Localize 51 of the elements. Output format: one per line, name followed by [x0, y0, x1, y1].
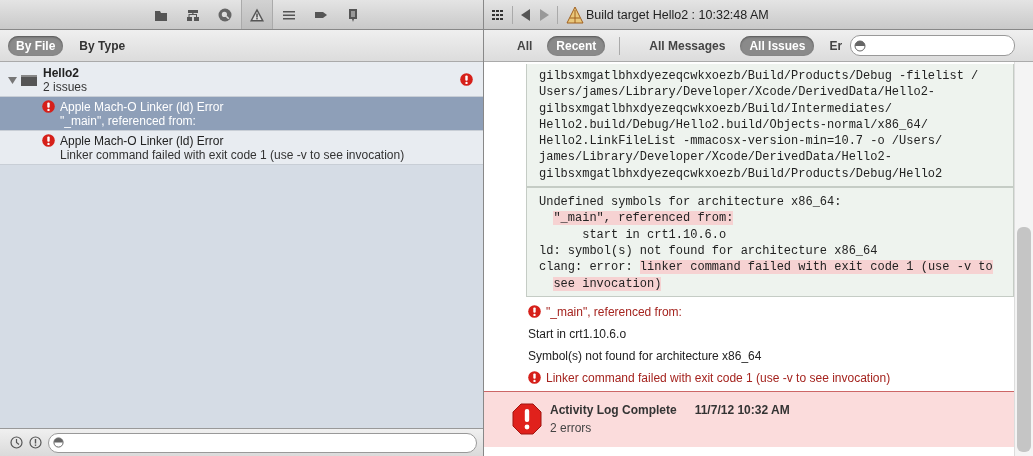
log-message: Start in crt1.10.6.o — [528, 326, 627, 341]
error-icon — [528, 371, 541, 385]
log-line: james/Library/Developer/Xcode/DerivedData/Hello2- — [539, 149, 893, 166]
issue-filter-icon[interactable] — [29, 436, 42, 449]
log-line: gilbsxmgatlbhxdyezeqcwkxoezb/Build/Products/Debug -filelist / — [539, 68, 980, 85]
search-icon — [854, 39, 866, 52]
error-icon — [460, 73, 473, 86]
log-line: gilbsxmgatlbhxdyezeqcwkxoezb/Build/Products/Debug/Hello2 — [539, 165, 944, 183]
log-line: gilbsxmgatlbhxdyezeqcwkxoezb/Build/Intermediates/ — [539, 100, 893, 117]
scope-toggle[interactable]: All — [508, 35, 542, 56]
project-icon — [20, 72, 38, 87]
project-name: Hello2 — [43, 65, 80, 80]
issue-detail: "_main", referenced from: — [60, 114, 197, 128]
log-message: Symbol(s) not found for architecture x86_64 — [528, 348, 762, 363]
log-line: Hello2.build/Debug/Hello2.build/Objects-normal/x86_64/ — [539, 116, 929, 134]
navigator-tab[interactable] — [240, 0, 273, 29]
log-line: start in crt1.10.6.o — [581, 226, 728, 243]
build-target-icon — [566, 5, 584, 24]
log-status-title: Activity Log Complete — [550, 403, 677, 418]
log-line: ld: symbol(s) not found for architecture x86_64 — [539, 242, 879, 260]
filter-toggle[interactable]: By Type — [71, 35, 134, 56]
log-line: Users/james/Library/Developer/Xcode/DerivedData/Hello2- — [539, 84, 937, 101]
issue-title: Apple Mach-O Linker (ld) Error — [60, 100, 225, 114]
issue-count: 2 issues — [43, 79, 89, 94]
error-count: 2 errors — [550, 421, 593, 436]
filter-icon — [53, 437, 64, 448]
log-line: clang: error: linker command failed with exit code 1 (use -v to — [539, 259, 994, 276]
filter-field[interactable] — [48, 432, 477, 453]
error-icon — [42, 100, 55, 113]
error-message: Linker command failed with exit code 1 (use -v to see invocation) — [546, 370, 891, 385]
scrollbar-thumb[interactable] — [1017, 227, 1031, 452]
log-line: Undefined symbols for architecture x86_64: — [539, 194, 843, 211]
search-field[interactable] — [850, 35, 1015, 56]
warning-icon — [248, 6, 265, 23]
grid-icon[interactable] — [492, 8, 504, 21]
disclosure-triangle-icon[interactable] — [8, 75, 17, 84]
error-message: "_main", referenced from: — [546, 304, 682, 319]
clock-icon[interactable] — [10, 436, 23, 449]
build-target-title[interactable]: Build target Hello2 : 10:32:48 AM — [586, 7, 769, 22]
back-arrow-icon[interactable] — [521, 8, 531, 21]
issue-title: Apple Mach-O Linker (ld) Error — [60, 134, 225, 148]
log-timestamp: 11/7/12 10:32 AM — [694, 403, 790, 418]
issue-row[interactable]: Apple Mach-O Linker (ld) Error Linker command failed with exit code 1 (use -v to see invocation) — [0, 131, 483, 165]
error-icon — [42, 134, 55, 147]
search-icon — [216, 6, 233, 23]
issue-detail: Linker command failed with exit code 1 (use -v to see invocation) — [60, 148, 406, 162]
stop-sign-icon — [512, 403, 542, 436]
error-icon — [528, 305, 541, 319]
scope-toggle[interactable]: All Messages — [640, 35, 735, 56]
log-line: Hello2.LinkFileList -mmacosx-version-min=10.7 -o /Users/ — [539, 133, 944, 150]
scope-toggle[interactable]: Er — [820, 35, 852, 56]
